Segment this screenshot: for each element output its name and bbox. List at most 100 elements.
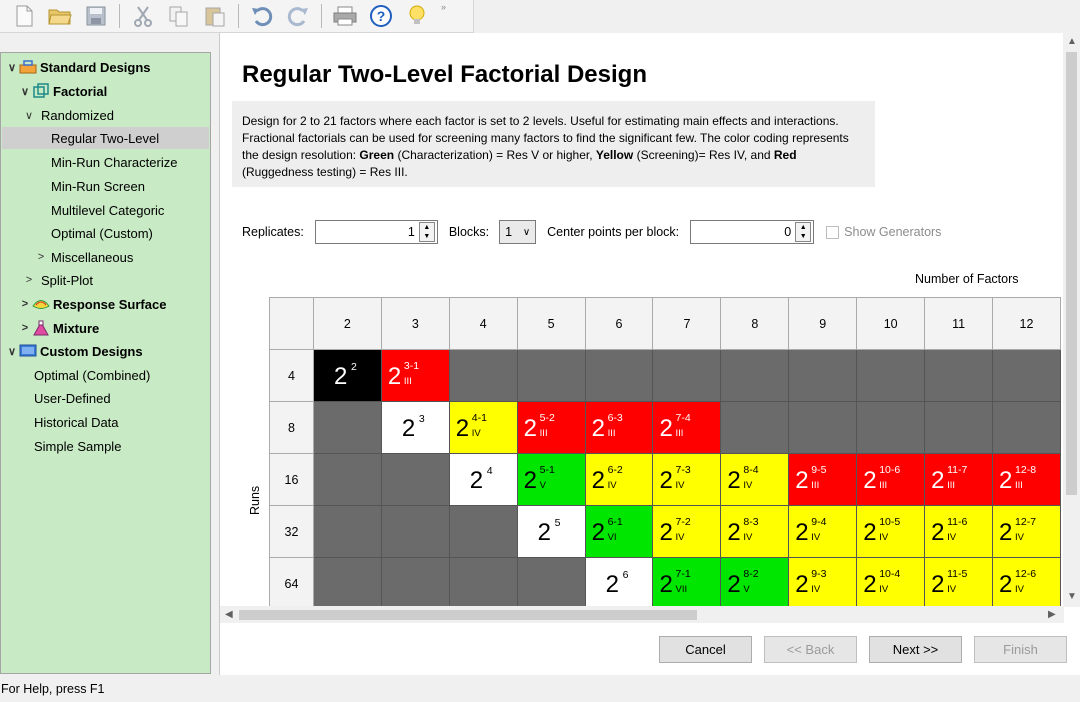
design-cell[interactable] [720,349,790,402]
design-cell[interactable] [380,505,450,558]
cancel-button[interactable]: Cancel [659,636,752,663]
design-cell[interactable] [312,401,382,454]
design-expression[interactable]: 2 5-2 III [518,402,585,453]
design-cell[interactable]: 22 [312,349,382,402]
design-cell[interactable] [312,453,382,506]
design-cell[interactable]: 2 10-6 III [856,453,926,506]
spin-up-icon[interactable]: ▲ [796,223,811,232]
design-cell[interactable] [380,453,450,506]
design-cell[interactable] [856,401,926,454]
chevron-right-icon[interactable]: > [22,274,36,286]
design-cell[interactable]: 2 10-5 IV [856,505,926,558]
design-cell[interactable]: 2 11-6 IV [924,505,994,558]
scroll-left-icon[interactable]: ◀ [225,609,233,620]
design-cell[interactable]: 2 6-3 III [584,401,654,454]
design-cell[interactable]: 2 5-2 III [516,401,586,454]
redo-icon[interactable] [282,1,314,31]
chevron-right-icon[interactable]: > [18,322,32,334]
design-cell[interactable]: 26 [584,557,654,606]
design-cell[interactable]: 25 [516,505,586,558]
design-expression[interactable]: 2 5-1 V [518,454,585,505]
tree-item-optimal-custom[interactable]: Optimal (Custom) [51,222,153,244]
print-icon[interactable] [329,1,361,31]
design-cell[interactable] [924,349,994,402]
spinner-arrows[interactable]: ▲ ▼ [418,222,435,242]
design-cell[interactable]: 2 8-4 IV [720,453,790,506]
design-expression[interactable]: 26 [586,558,653,606]
design-expression[interactable]: 2 12-7 IV [993,506,1060,557]
scroll-down-icon[interactable]: ▼ [1067,591,1077,602]
design-cell[interactable]: 2 7-4 III [652,401,722,454]
design-expression[interactable]: 2 7-2 IV [653,506,720,557]
chevron-down-icon[interactable]: ∨ [22,109,36,122]
design-cell[interactable] [312,505,382,558]
design-cell[interactable] [788,349,858,402]
scroll-right-icon[interactable]: ▶ [1048,609,1056,620]
design-expression[interactable]: 2 7-1 VII [653,558,720,606]
replicates-value[interactable]: 1 [316,225,419,239]
design-cell[interactable]: 2 8-2 V [720,557,790,606]
finish-button[interactable]: Finish [974,636,1067,663]
design-cell[interactable] [516,557,586,606]
design-expression[interactable]: 2 12-8 III [993,454,1060,505]
design-cell[interactable]: 2 12-6 IV [992,557,1061,606]
design-cell[interactable]: 2 6-2 IV [584,453,654,506]
design-cell[interactable]: 2 11-7 III [924,453,994,506]
tree-item-standard-designs[interactable]: ∨ Standard Designs [5,56,151,78]
design-expression[interactable]: 2 12-6 IV [993,558,1060,606]
next-button[interactable]: Next >> [869,636,962,663]
spinner-arrows[interactable]: ▲ ▼ [795,222,812,242]
design-expression[interactable]: 2 9-5 III [789,454,856,505]
design-expression[interactable]: 2 8-4 IV [721,454,788,505]
tree-item-user-defined[interactable]: User-Defined [34,387,111,409]
design-expression[interactable]: 2 10-5 IV [857,506,924,557]
tree-item-mixture[interactable]: > Mixture [18,317,99,339]
chevron-down-icon[interactable]: ∨ [18,85,32,98]
replicates-spinner[interactable]: 1 ▲ ▼ [314,220,438,244]
chevron-down-icon[interactable]: ∨ [5,61,19,74]
design-cell[interactable]: 2 7-1 VII [652,557,722,606]
tree-item-simple-sample[interactable]: Simple Sample [34,435,121,457]
tree-item-historical-data[interactable]: Historical Data [34,411,119,433]
design-expression[interactable]: 2 9-4 IV [789,506,856,557]
spin-down-icon[interactable]: ▼ [796,232,811,241]
design-cell[interactable] [380,557,450,606]
design-cell[interactable]: 23 [380,401,450,454]
design-cell[interactable]: 2 7-2 IV [652,505,722,558]
tree-item-response-surface[interactable]: > Response Surface [18,293,167,315]
design-cell[interactable]: 2 9-3 IV [788,557,858,606]
design-cell[interactable]: 2 5-1 V [516,453,586,506]
design-expression[interactable]: 2 8-3 IV [721,506,788,557]
design-cell[interactable] [448,505,518,558]
tree-item-split-plot[interactable]: > Split-Plot [22,269,93,291]
spin-up-icon[interactable]: ▲ [419,223,434,232]
vertical-scrollbar[interactable]: ▲ ▼ [1063,33,1080,607]
copy-icon[interactable] [163,1,195,31]
design-expression[interactable]: 2 8-2 V [721,558,788,606]
chevron-down-icon[interactable]: ∨ [523,227,530,238]
design-cell[interactable]: 2 8-3 IV [720,505,790,558]
design-cell[interactable] [312,557,382,606]
tree-item-miscellaneous[interactable]: > Miscellaneous [34,246,134,268]
design-cell[interactable]: 2 7-3 IV [652,453,722,506]
design-cell[interactable] [584,349,654,402]
center-points-spinner[interactable]: 0 ▲ ▼ [690,220,815,244]
new-file-icon[interactable] [8,1,40,31]
design-expression[interactable]: 2 3-1 III [382,350,449,401]
tree-item-min-run-screen[interactable]: Min-Run Screen [51,175,145,197]
tree-item-multilevel-categoric[interactable]: Multilevel Categoric [51,199,164,221]
design-expression[interactable]: 2 4-1 IV [450,402,517,453]
paste-icon[interactable] [199,1,231,31]
tree-item-factorial[interactable]: ∨ Factorial [18,80,107,102]
design-cell[interactable]: 2 3-1 III [380,349,450,402]
show-generators-checkbox[interactable] [826,225,840,239]
design-expression[interactable]: 2 10-6 III [857,454,924,505]
design-expression[interactable]: 2 7-3 IV [653,454,720,505]
design-cell[interactable]: 2 12-7 IV [992,505,1061,558]
design-cell[interactable] [856,349,926,402]
cut-icon[interactable] [127,1,159,31]
design-cell[interactable] [448,349,518,402]
chevron-down-icon[interactable]: ∨ [5,345,19,358]
design-expression[interactable]: 25 [518,506,585,557]
design-cell[interactable] [992,349,1061,402]
